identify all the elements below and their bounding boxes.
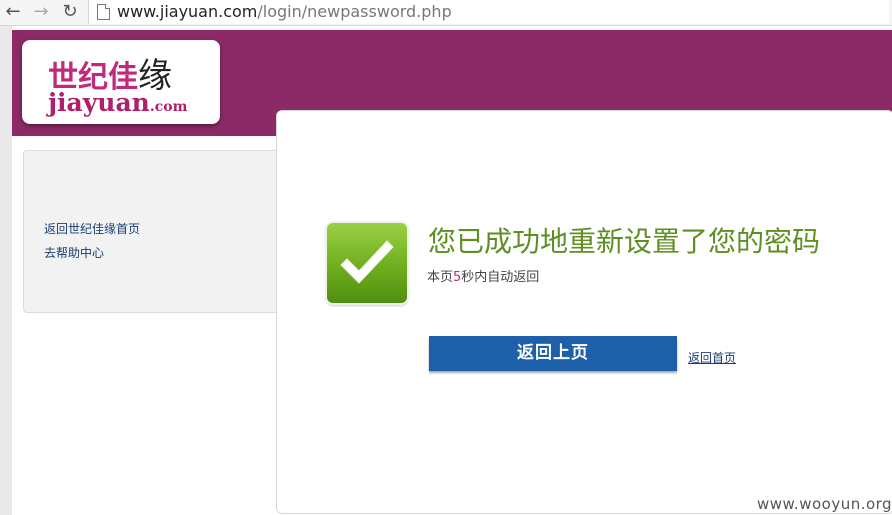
- reload-icon[interactable]: ↻: [59, 1, 81, 23]
- main-panel: [276, 110, 892, 514]
- auto-return-suffix: 秒内自动返回: [461, 270, 540, 285]
- site-logo[interactable]: 世纪佳缘 jiayuan.com: [22, 40, 220, 124]
- success-title: 您已成功地重新设置了您的密码: [428, 225, 821, 258]
- sidebar-panel: 返回世纪佳缘首页 去帮助中心: [23, 150, 295, 313]
- logo-english-text: jiayuan: [48, 88, 150, 117]
- auto-return-prefix: 本页: [427, 270, 454, 285]
- url-host: www.jiayuan.com: [117, 2, 258, 21]
- address-bar[interactable]: www.jiayuan.com/login/newpassword.php: [88, 0, 889, 24]
- checkmark-icon: [327, 223, 407, 303]
- logo-english-suffix: .com: [149, 99, 188, 115]
- left-gutter: [0, 26, 12, 515]
- sidebar-link-home[interactable]: 返回世纪佳缘首页: [44, 220, 140, 237]
- url-text[interactable]: www.jiayuan.com/login/newpassword.php: [117, 2, 452, 21]
- home-link[interactable]: 返回首页: [688, 349, 736, 366]
- auto-return-text: 本页5秒内自动返回: [427, 266, 539, 285]
- browser-toolbar: ← → ↻ www.jiayuan.com/login/newpassword.…: [0, 0, 892, 26]
- forward-arrow-icon[interactable]: →: [30, 1, 52, 23]
- url-path: /login/newpassword.php: [257, 2, 452, 21]
- back-arrow-icon[interactable]: ←: [2, 1, 24, 23]
- logo-english: jiayuan.com: [48, 88, 187, 117]
- back-button[interactable]: 返回上页: [429, 336, 677, 371]
- page-icon: [97, 4, 110, 20]
- sidebar-link-help[interactable]: 去帮助中心: [44, 244, 104, 261]
- watermark: www.wooyun.org: [757, 495, 892, 513]
